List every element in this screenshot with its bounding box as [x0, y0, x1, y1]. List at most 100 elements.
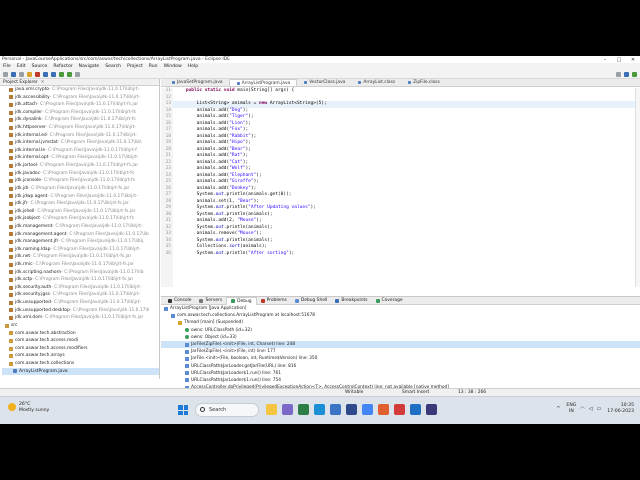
tree-item-jar[interactable]: jdk.jdi - C:\Program Files\Java\jdk-11.0…: [2, 185, 159, 193]
clock[interactable]: 10:35 17-06-2023: [607, 403, 634, 415]
tree-item-jar[interactable]: jdk.xml.dom - C:\Program Files\Java\jdk-…: [2, 314, 159, 322]
tree-item-jar[interactable]: jdk.internal.jvmstat - C:\Program Files\…: [2, 139, 159, 147]
tree-item-jar[interactable]: jdk.dynalink - C:\Program Files\Java\jdk…: [2, 116, 159, 124]
app-icon[interactable]: [298, 404, 309, 415]
tree-item-src[interactable]: src: [2, 322, 159, 330]
close-icon[interactable]: ✕: [41, 80, 45, 85]
battery-icon[interactable]: ▭: [597, 406, 602, 412]
tree-item-jar[interactable]: jdk.unsupported.desktop - C:\Program Fil…: [2, 307, 159, 315]
tree-item-jar[interactable]: jdk.scripting.nashorn - C:\Program Files…: [2, 269, 159, 277]
debug-tree-row[interactable]: URLClassPath$JarLoader$1.run() line: 761: [161, 370, 640, 377]
tree-item-jar[interactable]: jdk.management.agent - C:\Program Files\…: [2, 231, 159, 239]
open-perspective-icon[interactable]: [616, 71, 621, 77]
app-icon[interactable]: [378, 404, 389, 415]
new-icon[interactable]: [3, 71, 8, 77]
tree-item-jar[interactable]: jdk.rmic - C:\Program Files\Java\jdk-11.…: [2, 261, 159, 269]
tree-item-package[interactable]: com.aswar.tech.access.modi: [2, 337, 159, 345]
maximize-icon[interactable]: □: [612, 57, 626, 63]
menu-window[interactable]: Window: [164, 64, 182, 69]
store-icon[interactable]: [330, 404, 341, 415]
debug-tree-row[interactable]: owns: URLClassPath (id=32): [161, 327, 640, 334]
menu-run[interactable]: Run: [149, 64, 158, 69]
app-icon[interactable]: [394, 404, 405, 415]
debug-tab[interactable]: Console: [164, 298, 195, 303]
search-icon[interactable]: [75, 71, 80, 77]
tree-item-jar[interactable]: jdk.attach - C:\Program Files\Java\jdk-1…: [2, 101, 159, 109]
debug-tree-row[interactable]: com.aswar.tech.collections.ArrayListProg…: [161, 312, 640, 319]
tree-item-jar[interactable]: jdk.httpserver - C:\Program Files\Java\j…: [2, 124, 159, 132]
tree-item-jar[interactable]: jdk.jsobject - C:\Program Files\Java\jdk…: [2, 215, 159, 223]
weather-widget[interactable]: 26°C Mostly sunny: [8, 402, 49, 414]
tree-item-jar[interactable]: jdk.jconsole - C:\Program Files\Java\jdk…: [2, 177, 159, 185]
chrome-icon[interactable]: [362, 404, 373, 415]
tree-item-package[interactable]: com.aswar.tech.access.modifiers: [2, 345, 159, 353]
windows-start-icon[interactable]: [178, 405, 188, 415]
menu-file[interactable]: File: [3, 64, 11, 69]
file-explorer-icon[interactable]: [266, 404, 277, 415]
chevron-up-icon[interactable]: ^: [556, 406, 560, 412]
step-into-icon[interactable]: [43, 71, 48, 77]
resume-icon[interactable]: [27, 71, 32, 77]
tree-item-jar[interactable]: jdk.accessibility - C:\Program Files\Jav…: [2, 94, 159, 102]
step-over-icon[interactable]: [51, 71, 56, 77]
menu-help[interactable]: Help: [188, 64, 198, 69]
tree-item-jar[interactable]: jdk.net - C:\Program Files\Java\jdk-11.0…: [2, 253, 159, 261]
tree-item-jar[interactable]: jdk.security.jgss - C:\Program Files\Jav…: [2, 291, 159, 299]
debug-tab[interactable]: Problems: [257, 298, 291, 303]
volume-icon[interactable]: ◁: [589, 406, 593, 412]
menu-edit[interactable]: Edit: [17, 64, 26, 69]
debug-tree-row[interactable]: owns: Object (id=33): [161, 334, 640, 341]
menu-source[interactable]: Source: [32, 64, 48, 69]
debug-tab[interactable]: Coverage: [372, 298, 407, 303]
run-icon[interactable]: [67, 71, 72, 77]
language-indicator[interactable]: ENG IN: [566, 403, 576, 415]
tree-item-package[interactable]: com.aswar.tech.collections: [2, 360, 159, 368]
code-area[interactable]: 11 public static void main(String[] args…: [161, 88, 640, 287]
print-icon[interactable]: [19, 71, 24, 77]
tree-item-jar[interactable]: jdk.jdwp.agent - C:\Program Files\Java\j…: [2, 193, 159, 201]
eclipse-icon[interactable]: [346, 404, 357, 415]
tree-item-jar[interactable]: jdk.jartool - C:\Program Files\Java\jdk-…: [2, 162, 159, 170]
tree-item-jar[interactable]: jdk.sctp - C:\Program Files\Java\jdk-11.…: [2, 276, 159, 284]
debug-tab[interactable]: Debug Shell: [291, 298, 332, 303]
debug-perspective-icon[interactable]: [632, 71, 637, 77]
terminate-icon[interactable]: [35, 71, 40, 77]
java-perspective-icon[interactable]: [624, 71, 629, 77]
editor-tab[interactable]: JavaSetProgram.java: [165, 79, 229, 86]
taskbar-search[interactable]: Search: [195, 403, 259, 417]
tree-item-jar[interactable]: jdk.internal.ed - C:\Program Files\Java\…: [2, 132, 159, 140]
app-icon[interactable]: [426, 404, 437, 415]
outlook-icon[interactable]: [410, 404, 421, 415]
debug-tree-row[interactable]: ArrayListProgram [Java Application]: [161, 305, 640, 312]
tree-item-jar[interactable]: jdk.management.jfr - C:\Program Files\Ja…: [2, 238, 159, 246]
debug-tree-row[interactable]: Thread [main] (Suspended): [161, 319, 640, 326]
close-icon[interactable]: ✕: [626, 57, 640, 63]
teams-icon[interactable]: [282, 404, 293, 415]
tree-item-jar[interactable]: jdk.internal.opt - C:\Program Files\Java…: [2, 154, 159, 162]
tree-item-package[interactable]: com.aswar.tech.arrays: [2, 352, 159, 360]
tree-item-jar[interactable]: jdk.management - C:\Program Files\Java\j…: [2, 223, 159, 231]
tree-item-jar[interactable]: jdk.internal.le - C:\Program Files\Java\…: [2, 147, 159, 155]
edge-icon[interactable]: [314, 404, 325, 415]
tree-item-jar[interactable]: jdk.security.auth - C:\Program Files\Jav…: [2, 284, 159, 292]
debug-tree-row[interactable]: JarFile.<init>(File, boolean, int, Runti…: [161, 355, 640, 362]
debug-icon[interactable]: [59, 71, 64, 77]
tree-item-selected-file[interactable]: ArrayListProgram.java: [2, 367, 159, 376]
debug-tree-row[interactable]: URLClassPath$JarLoader$1.run() line: 754: [161, 377, 640, 384]
tree-item-jar[interactable]: jdk.javadoc - C:\Program Files\Java\jdk-…: [2, 170, 159, 178]
editor-tab[interactable]: ArrayList.class: [351, 79, 401, 86]
editor-tab[interactable]: ZipFile.class: [401, 79, 446, 86]
minimize-icon[interactable]: –: [598, 57, 612, 63]
debug-tab[interactable]: Breakpoints: [331, 298, 371, 303]
tree-item-jar[interactable]: java.xml.crypto - C:\Program Files\Java\…: [2, 86, 159, 94]
menu-navigate[interactable]: Navigate: [79, 64, 100, 69]
tree-item-jar[interactable]: jdk.jfr - C:\Program Files\Java\jdk-11.0…: [2, 200, 159, 208]
save-icon[interactable]: [11, 71, 16, 77]
tree-item-jar[interactable]: jdk.jshell - C:\Program Files\Java\jdk-1…: [2, 208, 159, 216]
debug-tab[interactable]: Debug: [226, 296, 257, 305]
wifi-icon[interactable]: ◠: [580, 406, 584, 412]
editor-tab[interactable]: VectorClass.java: [297, 79, 351, 86]
debug-tree-row[interactable]: JarFile(ZipFile).<init>(File, int, Chars…: [161, 340, 640, 349]
tree-item-jar[interactable]: jdk.unsupported - C:\Program Files\Java\…: [2, 299, 159, 307]
tree-item-jar[interactable]: jdk.compiler - C:\Program Files\Java\jdk…: [2, 109, 159, 117]
